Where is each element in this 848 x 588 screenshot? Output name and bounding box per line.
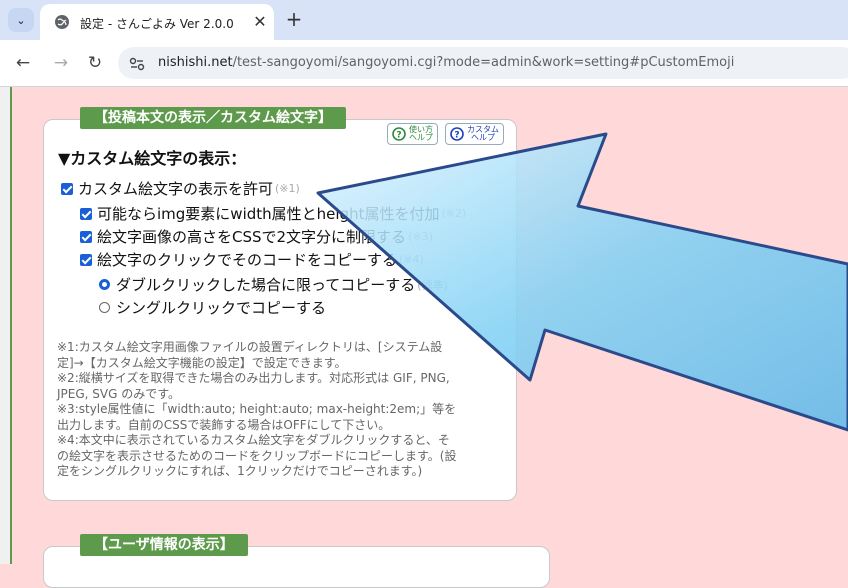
left-margin <box>0 87 10 564</box>
option-label: 絵文字画像の高さをCSSで2文字分に制限する <box>97 228 407 246</box>
forward-icon[interactable]: → <box>50 52 72 74</box>
option-note: (※1) <box>275 182 300 195</box>
section-title: 【ユーザ情報の表示】 <box>80 534 248 556</box>
option-note: (※3) <box>408 230 433 243</box>
reload-icon[interactable]: ↻ <box>84 52 106 74</box>
img-size-checkbox[interactable] <box>80 207 92 220</box>
left-accent-line <box>10 87 12 564</box>
option-label: カスタム絵文字の表示を許可 <box>78 180 274 198</box>
option-label: 可能ならimg要素にwidth属性とheight属性を付加 <box>97 205 440 223</box>
footnote-line: の絵文字を表示させるためのコードをクリップボードにコピーします。(設 <box>57 448 457 463</box>
help-label-1b: ヘルプ <box>409 133 433 142</box>
radio-label: シングルクリックでコピーする <box>116 299 327 317</box>
help-label-2b: ヘルプ <box>471 133 495 142</box>
section-title: 【投稿本文の表示／カスタム絵文字】 <box>80 107 346 129</box>
globe-icon <box>55 15 69 29</box>
allow-emoji-checkbox[interactable] <box>61 182 73 195</box>
single-click-radio[interactable] <box>99 302 110 313</box>
radio-label: ダブルクリックした場合に限ってコピーする <box>116 276 416 294</box>
page-content: 【投稿本文の表示／カスタム絵文字】 ? 使い方 ヘルプ ? カスタム ヘルプ ▼カス… <box>0 87 848 588</box>
footnote-line: ※3:style属性値に「width:auto; height:auto; ma… <box>57 402 457 416</box>
site-settings-icon[interactable] <box>128 55 146 73</box>
active-tab[interactable]: 設定 - さんごよみ Ver 2.0.0 ✕ <box>40 4 274 40</box>
footnote-line: ※2:縦横サイズを取得できた場合のみ出力します。対応形式は GIF, PNG, <box>57 371 450 385</box>
option-css-height[interactable]: 絵文字画像の高さをCSSで2文字分に制限する (※3) <box>80 226 433 247</box>
option-label: 絵文字のクリックでそのコードをコピーする <box>97 251 398 269</box>
help-circle-icon: ? <box>392 127 406 141</box>
back-icon[interactable]: ← <box>12 52 34 74</box>
close-tab-icon[interactable]: ✕ <box>250 12 270 32</box>
svg-text:?: ? <box>454 131 459 141</box>
footnote-line: 定をシングルクリックにすれば、1クリックだけでコピーされます。) <box>57 464 423 478</box>
option-click-copy[interactable]: 絵文字のクリックでそのコードをコピーする (※4) <box>80 249 424 270</box>
footnote-line: ※1:カスタム絵文字用画像ファイルの設置ディレクトリは、[システム設 <box>57 340 443 354</box>
url-text: nishishi.net/test-sangoyomi/sangoyomi.cg… <box>158 55 735 70</box>
option-note: (※4) <box>399 253 424 266</box>
footnote-line: JPEG, SVG のみです。 <box>57 386 181 401</box>
option-img-size[interactable]: 可能ならimg要素にwidth属性とheight属性を付加 (※2) <box>80 203 466 224</box>
tab-search-chevron-icon[interactable]: ⌄ <box>8 8 34 32</box>
radio-single-click[interactable]: シングルクリックでコピーする <box>99 297 326 318</box>
new-tab-button[interactable]: + <box>283 8 305 30</box>
footnote-line: 定]→【カスタム絵文字機能の設定】で設定できます。 <box>57 355 347 370</box>
help-circle-icon: ? <box>450 127 464 141</box>
svg-text:?: ? <box>396 131 401 141</box>
address-bar[interactable]: nishishi.net/test-sangoyomi/sangoyomi.cg… <box>118 47 848 79</box>
tab-strip: ⌄ 設定 - さんごよみ Ver 2.0.0 ✕ + <box>0 0 848 40</box>
section-heading: ▼カスタム絵文字の表示： <box>58 149 247 168</box>
click-copy-checkbox[interactable] <box>80 253 92 266</box>
option-allow-emoji[interactable]: カスタム絵文字の表示を許可 (※1) <box>61 178 300 199</box>
usage-help-button[interactable]: ? 使い方 ヘルプ <box>387 123 438 145</box>
tab-title: 設定 - さんごよみ Ver 2.0.0 <box>80 17 234 31</box>
radio-double-click[interactable]: ダブルクリックした場合に限ってコピーする (標準) <box>99 274 448 295</box>
radio-note: (標準) <box>417 278 448 292</box>
double-click-radio[interactable] <box>99 279 110 290</box>
footnotes: ※1:カスタム絵文字用画像ファイルの設置ディレクトリは、[システム設 定]→【カ… <box>57 340 507 480</box>
footnote-line: ※4:本文中に表示されているカスタム絵文字をダブルクリックすると、そ <box>57 433 450 447</box>
footnote-line: 出力します。自前のCSSで装飾する場合はOFFにして下さい。 <box>57 417 391 432</box>
option-note: (※2) <box>441 207 467 220</box>
toolbar: ← → ↻ nishishi.net/test-sangoyomi/sangoy… <box>0 40 848 87</box>
css-height-checkbox[interactable] <box>80 230 92 243</box>
custom-help-button[interactable]: ? カスタム ヘルプ <box>445 123 504 145</box>
